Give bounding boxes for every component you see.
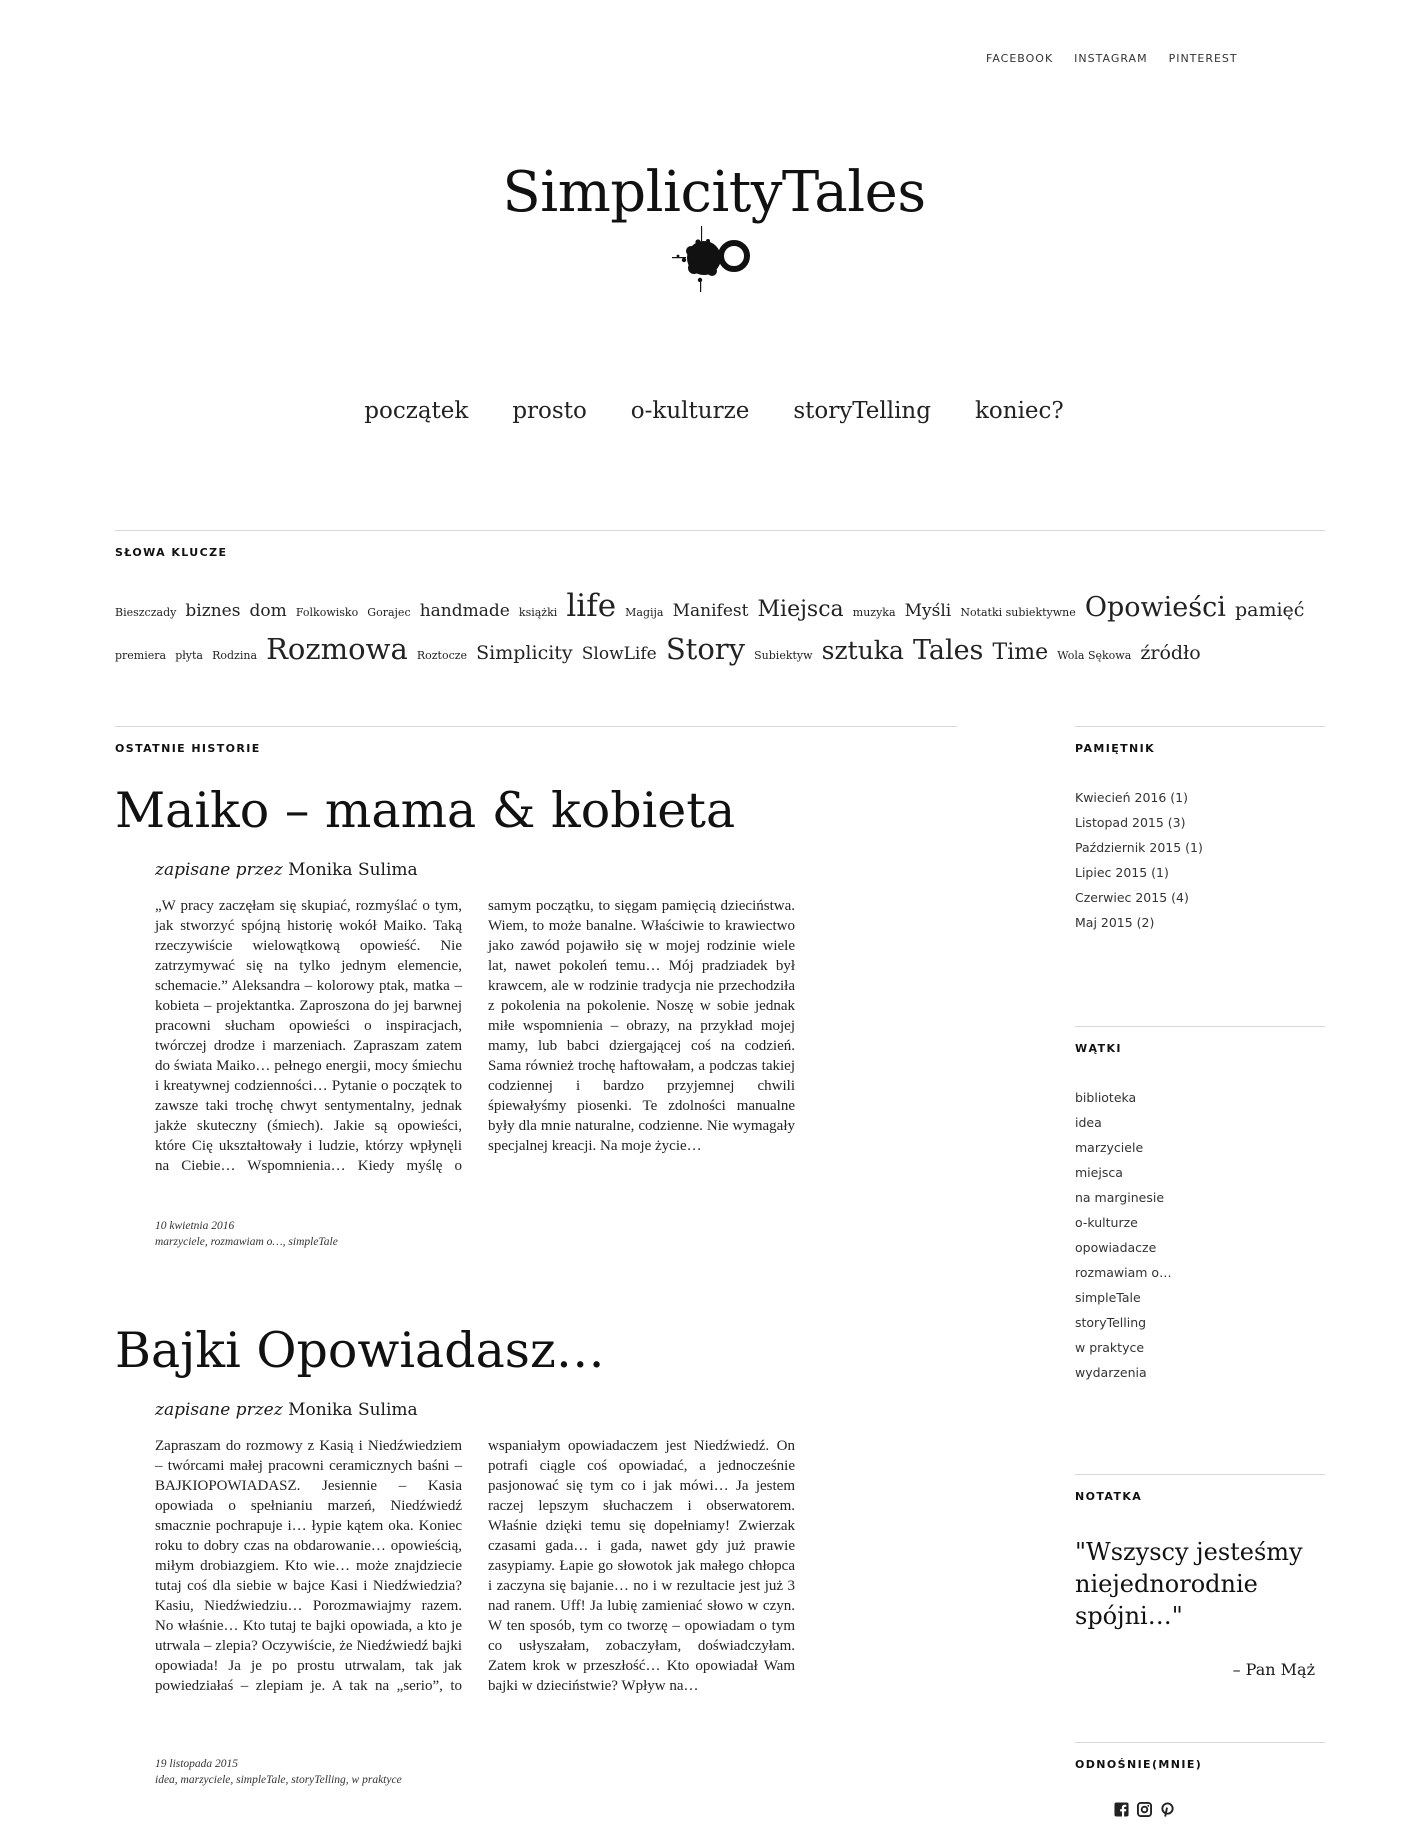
- tag-link[interactable]: Opowieści: [1085, 592, 1226, 623]
- tag-link[interactable]: Tales: [913, 635, 983, 666]
- menu-item-koniec[interactable]: koniec?: [975, 398, 1064, 424]
- tag-link[interactable]: dom: [250, 601, 287, 621]
- instagram-icon[interactable]: [1137, 1802, 1152, 1817]
- categories-list: biblioteka idea marzyciele miejsca na ma…: [1075, 1085, 1172, 1385]
- byline-label: zapisane przez: [155, 1400, 283, 1420]
- post-title[interactable]: Bajki Opowiadasz…: [115, 1322, 605, 1379]
- tag-link[interactable]: Subiektyw: [754, 649, 812, 662]
- tag-link[interactable]: Story: [666, 632, 745, 666]
- menu-item-poczatek[interactable]: początek: [364, 398, 468, 424]
- tag-link[interactable]: premiera: [115, 649, 166, 662]
- tag-link[interactable]: Folkowisko: [296, 606, 358, 619]
- tag-link[interactable]: Bieszczady: [115, 606, 176, 619]
- archive-item[interactable]: Kwiecień 2016 (1): [1075, 785, 1203, 810]
- archive-item[interactable]: Październik 2015 (1): [1075, 835, 1203, 860]
- tag-link[interactable]: Simplicity: [476, 642, 573, 664]
- tag-link[interactable]: książki: [519, 606, 557, 619]
- category-item[interactable]: wydarzenia: [1075, 1360, 1172, 1385]
- tag-link[interactable]: Time: [993, 640, 1049, 665]
- pinterest-link[interactable]: PINTEREST: [1169, 52, 1238, 65]
- recent-stories-title: OSTATNIE HISTORIE: [115, 742, 261, 755]
- post-categories[interactable]: idea, marzyciele, simpleTale, storyTelli…: [155, 1772, 402, 1788]
- divider: [1075, 1742, 1325, 1743]
- archive-item[interactable]: Listopad 2015 (3): [1075, 810, 1203, 835]
- tag-link[interactable]: płyta: [175, 649, 203, 662]
- post-excerpt: „W pracy zaczęłam się skupiać, rozmyślać…: [155, 898, 795, 1174]
- social-icons: [1114, 1802, 1175, 1817]
- tag-link[interactable]: Manifest: [673, 601, 749, 621]
- archive-item[interactable]: Czerwiec 2015 (4): [1075, 885, 1203, 910]
- post-meta: 10 kwietnia 2016 marzyciele, rozmawiam o…: [155, 1218, 338, 1250]
- divider: [1075, 726, 1325, 727]
- category-item[interactable]: na marginesie: [1075, 1185, 1172, 1210]
- divider: [115, 530, 1325, 531]
- tag-link[interactable]: sztuka: [822, 636, 904, 665]
- category-item[interactable]: w praktyce: [1075, 1335, 1172, 1360]
- tag-link[interactable]: Miejsca: [758, 597, 844, 622]
- menu-item-storytelling[interactable]: storyTelling: [793, 398, 931, 424]
- post-date[interactable]: 19 listopada 2015: [155, 1756, 402, 1772]
- top-social-nav: FACEBOOK INSTAGRAM PINTEREST: [986, 52, 1238, 65]
- tag-link[interactable]: źródło: [1140, 642, 1200, 664]
- divider: [115, 726, 957, 727]
- tag-link[interactable]: Magija: [625, 606, 663, 619]
- archive-title: PAMIĘTNIK: [1075, 742, 1156, 755]
- category-item[interactable]: simpleTale: [1075, 1285, 1172, 1310]
- archive-item[interactable]: Lipiec 2015 (1): [1075, 860, 1203, 885]
- tag-link[interactable]: Rozmowa: [266, 632, 408, 666]
- post-byline: zapisane przez Monika Sulima: [155, 860, 418, 880]
- post-categories[interactable]: marzyciele, rozmawiam o…, simpleTale: [155, 1234, 338, 1250]
- tag-link[interactable]: Gorajec: [367, 606, 410, 619]
- tag-link[interactable]: pamięć: [1235, 599, 1304, 621]
- post-author[interactable]: Monika Sulima: [288, 1400, 418, 1420]
- category-item[interactable]: opowiadacze: [1075, 1235, 1172, 1260]
- instagram-link[interactable]: INSTAGRAM: [1074, 52, 1147, 65]
- divider: [1075, 1026, 1325, 1027]
- ink-splash-logo[interactable]: [664, 218, 764, 298]
- tag-link[interactable]: muzyka: [853, 606, 896, 619]
- facebook-link[interactable]: FACEBOOK: [986, 52, 1053, 65]
- category-item[interactable]: o-kulturze: [1075, 1210, 1172, 1235]
- menu-item-o-kulturze[interactable]: o-kulturze: [631, 398, 750, 424]
- tag-link[interactable]: handmade: [420, 601, 510, 621]
- category-item[interactable]: storyTelling: [1075, 1310, 1172, 1335]
- tag-cloud: Bieszczady biznes dom Folkowisko Gorajec…: [115, 588, 1325, 674]
- post-author[interactable]: Monika Sulima: [288, 860, 418, 880]
- pinterest-icon[interactable]: [1160, 1802, 1175, 1817]
- category-item[interactable]: biblioteka: [1075, 1085, 1172, 1110]
- tag-link[interactable]: Roztocze: [417, 649, 467, 662]
- note-title: NOTATKA: [1075, 1490, 1143, 1503]
- post-byline: zapisane przez Monika Sulima: [155, 1400, 418, 1420]
- tag-link[interactable]: biznes: [185, 601, 240, 621]
- category-item[interactable]: marzyciele: [1075, 1135, 1172, 1160]
- tags-title: SŁOWA KLUCZE: [115, 546, 228, 559]
- categories-title: WĄTKI: [1075, 1042, 1122, 1055]
- byline-label: zapisane przez: [155, 860, 283, 880]
- note-quote: "Wszyscy jesteśmy niejednorodnie spójni……: [1075, 1538, 1303, 1630]
- category-item[interactable]: idea: [1075, 1110, 1172, 1135]
- links-title: ODNOŚNIE(MNIE): [1075, 1758, 1203, 1771]
- category-item[interactable]: rozmawiam o…: [1075, 1260, 1172, 1285]
- post-title[interactable]: Maiko – mama & kobieta: [115, 782, 735, 839]
- post-meta: 19 listopada 2015 idea, marzyciele, simp…: [155, 1756, 402, 1788]
- divider: [1075, 1474, 1325, 1475]
- archive-item[interactable]: Maj 2015 (2): [1075, 910, 1203, 935]
- tag-link[interactable]: SlowLife: [582, 644, 657, 664]
- post-excerpt: Zapraszam do rozmowy z Kasią i Niedźwied…: [155, 1438, 795, 1694]
- tag-link[interactable]: Notatki subiektywne: [960, 606, 1075, 619]
- note-author: – Pan Mąż: [1232, 1660, 1315, 1679]
- tag-link[interactable]: Rodzina: [212, 649, 257, 662]
- tag-link[interactable]: life: [566, 588, 616, 624]
- tag-link[interactable]: Wola Sękowa: [1057, 649, 1131, 662]
- post-date[interactable]: 10 kwietnia 2016: [155, 1218, 338, 1234]
- facebook-icon[interactable]: [1114, 1802, 1129, 1817]
- category-item[interactable]: miejsca: [1075, 1160, 1172, 1185]
- main-menu: początek prosto o-kulturze storyTelling …: [0, 398, 1428, 424]
- archive-list: Kwiecień 2016 (1) Listopad 2015 (3) Paźd…: [1075, 785, 1203, 935]
- menu-item-prosto[interactable]: prosto: [512, 398, 586, 424]
- site-title[interactable]: SimplicityTales: [0, 160, 1428, 225]
- tag-link[interactable]: Myśli: [905, 601, 952, 621]
